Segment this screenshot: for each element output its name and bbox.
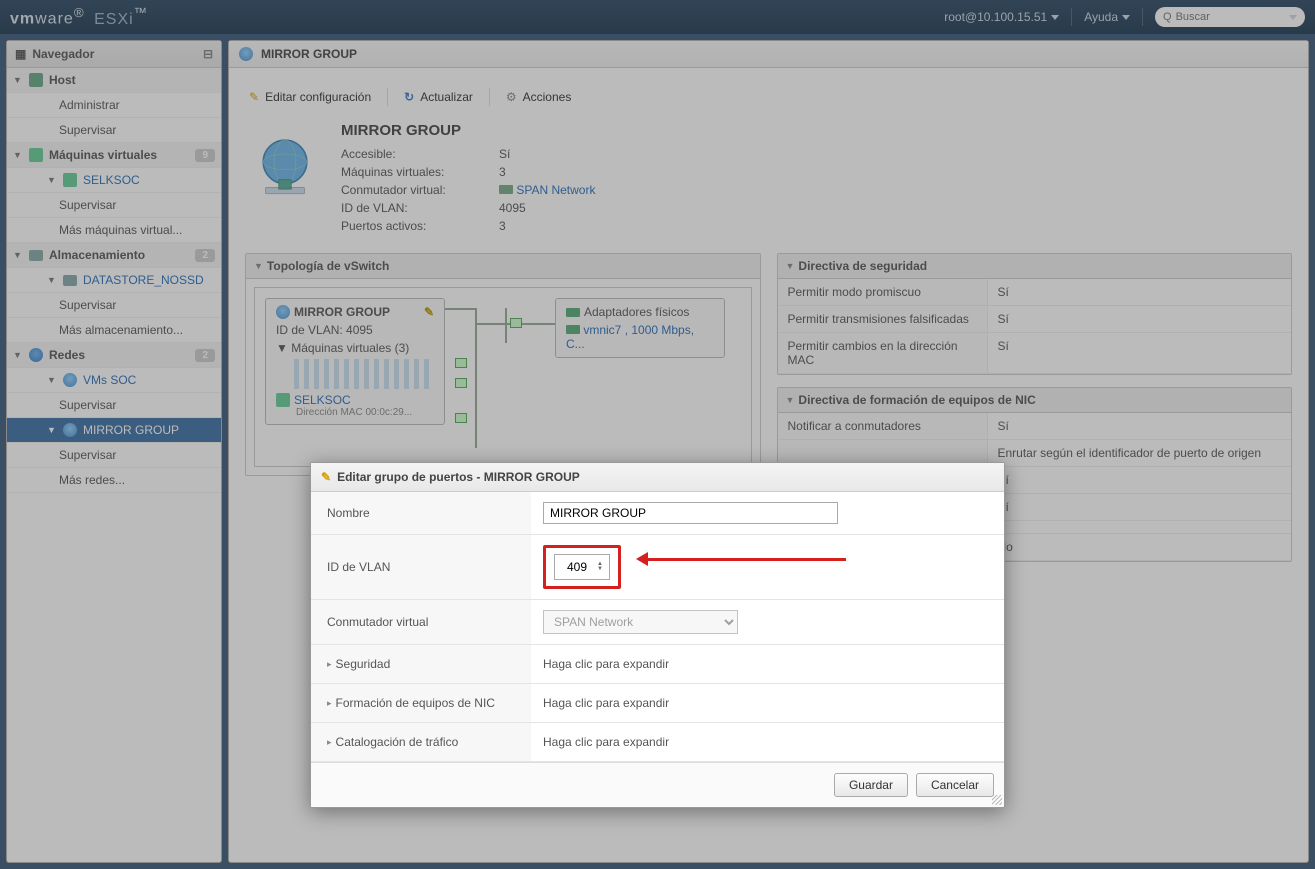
vlan-label: ID de VLAN: [311, 535, 531, 599]
section-hint: Haga clic para expandir: [531, 684, 1004, 722]
annotation-highlight: ▲▼: [543, 545, 621, 589]
modal-overlay: ✎ Editar grupo de puertos - MIRROR GROUP…: [0, 0, 1315, 869]
form-row-vlan: ID de VLAN ▲▼: [311, 535, 1004, 600]
vlan-spinner[interactable]: ▲▼: [554, 554, 610, 580]
cancel-button[interactable]: Cancelar: [916, 773, 994, 797]
save-button[interactable]: Guardar: [834, 773, 908, 797]
section-hint: Haga clic para expandir: [531, 645, 1004, 683]
form-row-name: Nombre: [311, 492, 1004, 535]
vlan-input[interactable]: [561, 557, 593, 577]
form-row-vswitch: Conmutador virtual SPAN Network: [311, 600, 1004, 645]
dialog-header: ✎ Editar grupo de puertos - MIRROR GROUP: [311, 463, 1004, 492]
dialog-title: Editar grupo de puertos - MIRROR GROUP: [337, 470, 580, 484]
resize-handle[interactable]: [992, 795, 1002, 805]
edit-portgroup-dialog: ✎ Editar grupo de puertos - MIRROR GROUP…: [310, 462, 1005, 808]
chevron-right-icon: ▸: [327, 737, 332, 748]
section-hint: Haga clic para expandir: [531, 723, 1004, 761]
name-label: Nombre: [311, 492, 531, 534]
vswitch-label: Conmutador virtual: [311, 600, 531, 644]
form-row-expandable[interactable]: ▸ Catalogación de tráficoHaga clic para …: [311, 723, 1004, 762]
form-row-expandable[interactable]: ▸ Formación de equipos de NICHaga clic p…: [311, 684, 1004, 723]
chevron-right-icon: ▸: [327, 659, 332, 670]
dialog-body: Nombre ID de VLAN ▲▼ Conmutador virtual: [311, 492, 1004, 762]
section-label: ▸ Catalogación de tráfico: [311, 723, 531, 761]
spinner-arrows[interactable]: ▲▼: [597, 562, 603, 572]
section-label: ▸ Seguridad: [311, 645, 531, 683]
form-row-expandable[interactable]: ▸ SeguridadHaga clic para expandir: [311, 645, 1004, 684]
annotation-arrow: [646, 558, 846, 561]
pencil-icon: ✎: [321, 470, 331, 484]
section-label: ▸ Formación de equipos de NIC: [311, 684, 531, 722]
name-input[interactable]: [543, 502, 838, 524]
chevron-right-icon: ▸: [327, 698, 332, 709]
vswitch-select[interactable]: SPAN Network: [543, 610, 738, 634]
dialog-footer: Guardar Cancelar: [311, 762, 1004, 807]
